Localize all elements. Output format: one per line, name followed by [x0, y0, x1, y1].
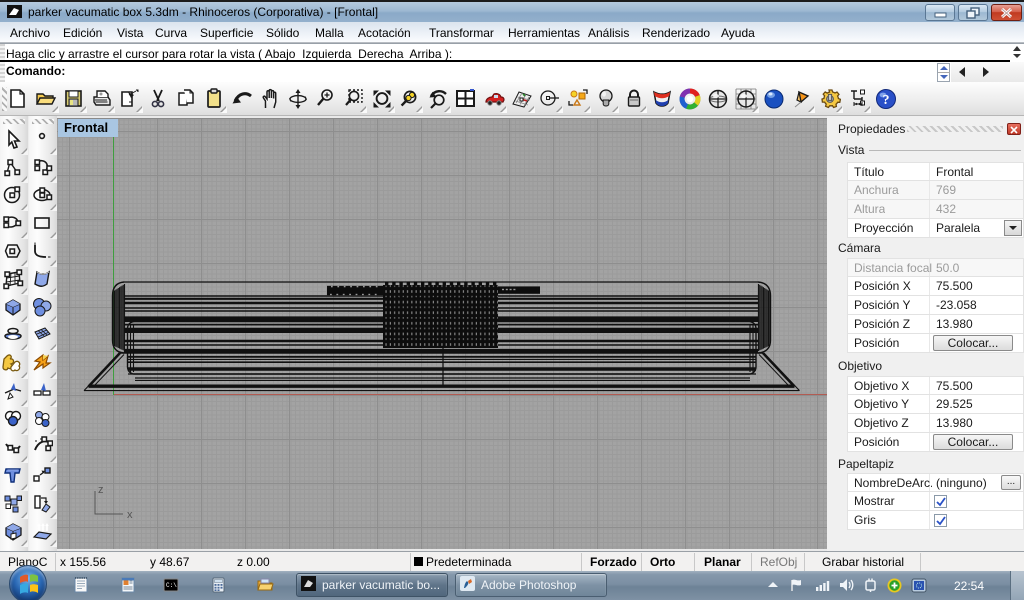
- svg-text:C:\: C:\: [166, 582, 177, 589]
- svg-text:z: z: [98, 484, 104, 496]
- svg-text:x: x: [127, 509, 133, 521]
- svg-text:?: ?: [882, 93, 889, 108]
